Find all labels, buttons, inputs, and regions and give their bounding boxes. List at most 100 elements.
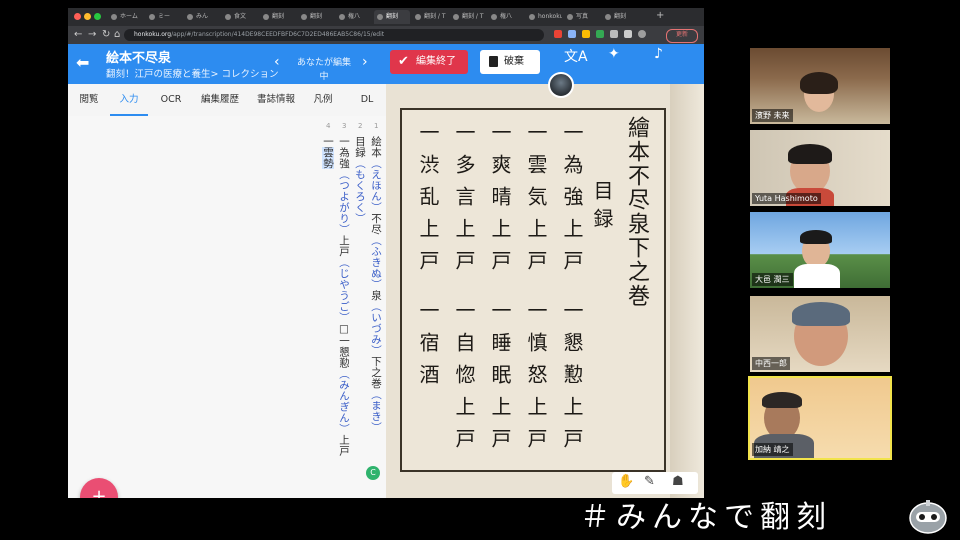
robot-icon[interactable]: ☗	[672, 474, 684, 489]
extension-icon[interactable]	[568, 30, 576, 38]
tab-view[interactable]: 閲覧	[70, 84, 108, 116]
tab-download[interactable]: DL	[354, 84, 380, 116]
home-icon[interactable]: ⌂	[114, 28, 120, 42]
reload-icon[interactable]: ↻	[102, 28, 110, 42]
favicon-icon	[529, 14, 535, 20]
browser-tab-label: ミー	[158, 13, 171, 20]
browser-tab[interactable]: ミー	[146, 10, 182, 24]
favicon-icon	[377, 14, 383, 20]
scan-entry-column: 一宿酒	[416, 300, 440, 396]
scan-entry-column: 一渋乱上戸	[416, 122, 440, 282]
browser-tab-label: 写真	[576, 13, 589, 20]
extension-icon[interactable]	[554, 30, 562, 38]
browser-tab[interactable]: 権八	[336, 10, 372, 24]
line-number: 3	[342, 122, 347, 130]
line-number: 4	[326, 122, 331, 130]
browser-tab-label: 翻刻	[272, 13, 285, 20]
browser-tab[interactable]: みん	[184, 10, 220, 24]
breadcrumb[interactable]: 翻刻！江戸の医療と養生> コレクション	[106, 66, 278, 80]
transcription-line[interactable]: 絵本（えほん）不尽（ふきぬ）泉（いづみ）下之巻（まき）	[370, 136, 382, 433]
finish-edit-button[interactable]: ✔ 編集終了	[390, 50, 468, 74]
scan-entry-column: 一自惚上戸	[452, 300, 476, 460]
back-icon[interactable]: ←	[74, 28, 82, 42]
ruby-reading: （ふきぬ）	[370, 235, 382, 290]
browser-tab-label: ホーム	[120, 13, 138, 20]
check-icon: ✔	[398, 54, 409, 69]
browser-tab[interactable]: 写真	[564, 10, 600, 24]
tab-history[interactable]: 編集履歴	[196, 84, 244, 116]
scan-entry-column: 一懇懃上戸	[560, 300, 584, 460]
arrow-back-icon[interactable]: ⬅	[76, 54, 89, 72]
browser-tab[interactable]: ホーム	[108, 10, 144, 24]
extension-icon[interactable]	[596, 30, 604, 38]
scan-entry-column: 一爽晴上戸	[488, 122, 512, 282]
new-tab-icon[interactable]: +	[656, 10, 664, 21]
tab-input[interactable]: 入力	[110, 84, 148, 116]
grammarly-icon[interactable]: C	[366, 466, 380, 480]
browser-tab[interactable]: 翻刻 / T	[412, 10, 448, 24]
browser-tab[interactable]: 翻刻	[374, 10, 410, 24]
tab-ocr[interactable]: OCR	[152, 84, 190, 116]
participant-video	[792, 302, 850, 326]
scan-entry-column: 一為強上戸	[560, 122, 584, 282]
transcription-text: 泉	[370, 290, 382, 301]
add-button[interactable]: +	[80, 478, 118, 498]
participant-tile[interactable]: 大邑 潤三	[750, 212, 890, 288]
minimize-window-icon[interactable]	[84, 13, 91, 20]
scan-entry-column: 一多言上戸	[452, 122, 476, 282]
book-page: 繪本不尽泉下之巻 目録 一為強上戸 一雲気上戸 一爽晴上戸 一多言上戸 一渋乱上戸 一懇懃…	[400, 108, 666, 472]
participant-tile[interactable]: 中西一郎	[750, 296, 890, 372]
browser-tab[interactable]: 翻刻	[298, 10, 334, 24]
browser-tab[interactable]: 翻刻	[260, 10, 296, 24]
maximize-window-icon[interactable]	[94, 13, 101, 20]
hand-tool-icon[interactable]: ✋	[618, 474, 634, 489]
account-icon[interactable]	[638, 30, 646, 38]
discard-button[interactable]: 破棄	[480, 50, 540, 74]
transcription-text: 一	[322, 136, 334, 147]
honkoku-robot-logo	[909, 500, 947, 534]
transcription-line[interactable]: 目録（もくろく）	[354, 136, 366, 224]
tab-legend[interactable]: 凡例	[308, 84, 338, 116]
transcription-text: 上戸	[338, 434, 350, 457]
participant-tile-active-speaker[interactable]: 加納 靖之	[748, 376, 892, 460]
tab-bibliography[interactable]: 書誌情報	[252, 84, 300, 116]
browser-tab[interactable]: honkoku	[526, 10, 562, 24]
participant-video	[788, 144, 832, 164]
discard-label: 破棄	[504, 56, 524, 67]
participant-tile[interactable]: 濱野 未来	[750, 48, 890, 124]
vertical-text-editor[interactable]: 4 3 2 1 絵本（えほん）不尽（ふきぬ）泉（いづみ）下之巻（まき） 目録（もく…	[68, 116, 386, 498]
browser-tab[interactable]: 翻刻 / T	[450, 10, 486, 24]
notification-bell-icon[interactable]: ♪	[654, 46, 663, 62]
extension-icon[interactable]	[582, 30, 590, 38]
browser-tab-label: みん	[196, 13, 209, 20]
close-window-icon[interactable]	[74, 13, 81, 20]
url-host: honkoku.org	[134, 31, 172, 38]
scan-title-line: 繪本不尽泉下之巻	[624, 116, 649, 308]
next-page-icon[interactable]: ›	[362, 54, 368, 70]
browser-tab[interactable]: 食文	[222, 10, 258, 24]
transcription-line[interactable]: 一為強（つよがり）上戸（じやうご）□一懇懃（みんぎん）上戸	[338, 136, 350, 457]
extension-icon[interactable]	[610, 30, 618, 38]
forward-icon[interactable]: →	[88, 28, 96, 42]
update-button[interactable]: 更新	[666, 29, 698, 43]
image-toolbar: ✋ ✎ ☗	[612, 472, 698, 494]
participant-tile[interactable]: Yuta Hashimoto	[750, 130, 890, 206]
browser-tab[interactable]: 翻刻	[602, 10, 638, 24]
transcription-text: □一懇懃	[338, 323, 350, 369]
translate-icon[interactable]: 文A	[564, 46, 588, 66]
browser-tab[interactable]: 権八	[488, 10, 524, 24]
prev-page-icon[interactable]: ‹	[274, 54, 280, 70]
transcription-line[interactable]: 一雲勢	[322, 136, 334, 169]
scan-image[interactable]: 繪本不尽泉下之巻 目録 一為強上戸 一雲気上戸 一爽晴上戸 一多言上戸 一渋乱上戸 一懇懃…	[386, 84, 704, 498]
pencil-icon[interactable]: ✎	[644, 474, 655, 489]
favicon-icon	[149, 14, 155, 20]
ruby-reading: （まき）	[370, 389, 382, 433]
url-field[interactable]: honkoku.org/app/#/transcription/414DE98C…	[124, 29, 544, 41]
twitter-icon[interactable]: ✦	[608, 46, 620, 62]
puzzle-icon[interactable]	[624, 30, 632, 38]
ruby-reading: （もくろく）	[354, 158, 366, 224]
avatar[interactable]	[548, 72, 574, 98]
page-title: 絵本不尽泉	[106, 51, 172, 66]
participant-name: 濱野 未来	[752, 109, 793, 122]
url-path: /app/#/transcription/414DE98CEEDFBFD6C7D…	[171, 31, 385, 38]
